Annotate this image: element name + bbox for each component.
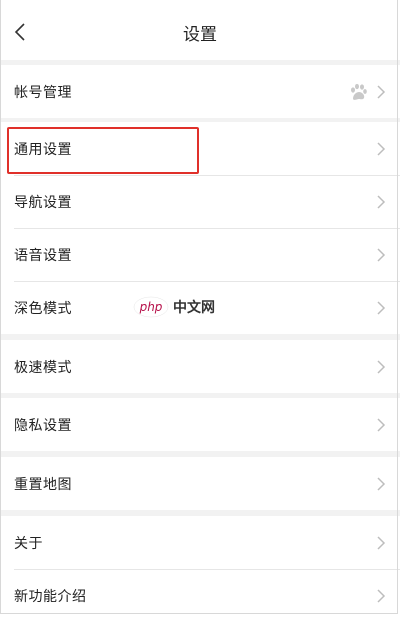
chevron-right-icon xyxy=(377,535,386,550)
settings-item-dark-mode[interactable]: 深色模式 xyxy=(0,281,400,334)
chevron-right-icon xyxy=(377,141,386,156)
page-title: 设置 xyxy=(183,25,217,45)
paw-icon xyxy=(351,83,367,100)
settings-item-label: 新功能介绍 xyxy=(14,588,87,605)
settings-item-voice[interactable]: 语音设置 xyxy=(0,228,400,281)
settings-item-label: 导航设置 xyxy=(14,194,72,211)
settings-item-speed-mode[interactable]: 极速模式 xyxy=(0,340,400,393)
settings-item-general[interactable]: 通用设置 xyxy=(0,122,400,175)
chevron-right-icon xyxy=(377,300,386,315)
settings-item-label: 通用设置 xyxy=(14,141,72,158)
settings-group-general: 通用设置 导航设置 语音设置 深色模式 xyxy=(0,122,400,334)
settings-item-label: 深色模式 xyxy=(14,300,72,317)
top-bar: 设置 xyxy=(0,0,400,60)
settings-item-label: 语音设置 xyxy=(14,247,72,264)
settings-item-label: 重置地图 xyxy=(14,476,72,493)
chevron-right-icon xyxy=(377,359,386,374)
settings-item-label: 帐号管理 xyxy=(14,84,72,101)
settings-item-privacy[interactable]: 隐私设置 xyxy=(0,398,400,451)
settings-item-label: 极速模式 xyxy=(14,359,72,376)
settings-group-about: 关于 新功能介绍 xyxy=(0,516,400,622)
settings-group-speed: 极速模式 xyxy=(0,340,400,393)
settings-group-reset: 重置地图 xyxy=(0,457,400,510)
settings-item-label: 隐私设置 xyxy=(14,417,72,434)
settings-item-whats-new[interactable]: 新功能介绍 xyxy=(0,569,400,622)
chevron-right-icon xyxy=(377,476,386,491)
chevron-right-icon xyxy=(377,247,386,262)
settings-item-reset-map[interactable]: 重置地图 xyxy=(0,457,400,510)
chevron-right-icon xyxy=(377,588,386,603)
settings-item-label: 关于 xyxy=(14,535,43,552)
chevron-right-icon xyxy=(377,84,386,99)
settings-item-navigation[interactable]: 导航设置 xyxy=(0,175,400,228)
settings-group-account: 帐号管理 xyxy=(0,65,400,118)
settings-item-about[interactable]: 关于 xyxy=(0,516,400,569)
settings-group-privacy: 隐私设置 xyxy=(0,398,400,451)
chevron-right-icon xyxy=(377,417,386,432)
chevron-right-icon xyxy=(377,194,386,209)
settings-item-account[interactable]: 帐号管理 xyxy=(0,65,400,118)
